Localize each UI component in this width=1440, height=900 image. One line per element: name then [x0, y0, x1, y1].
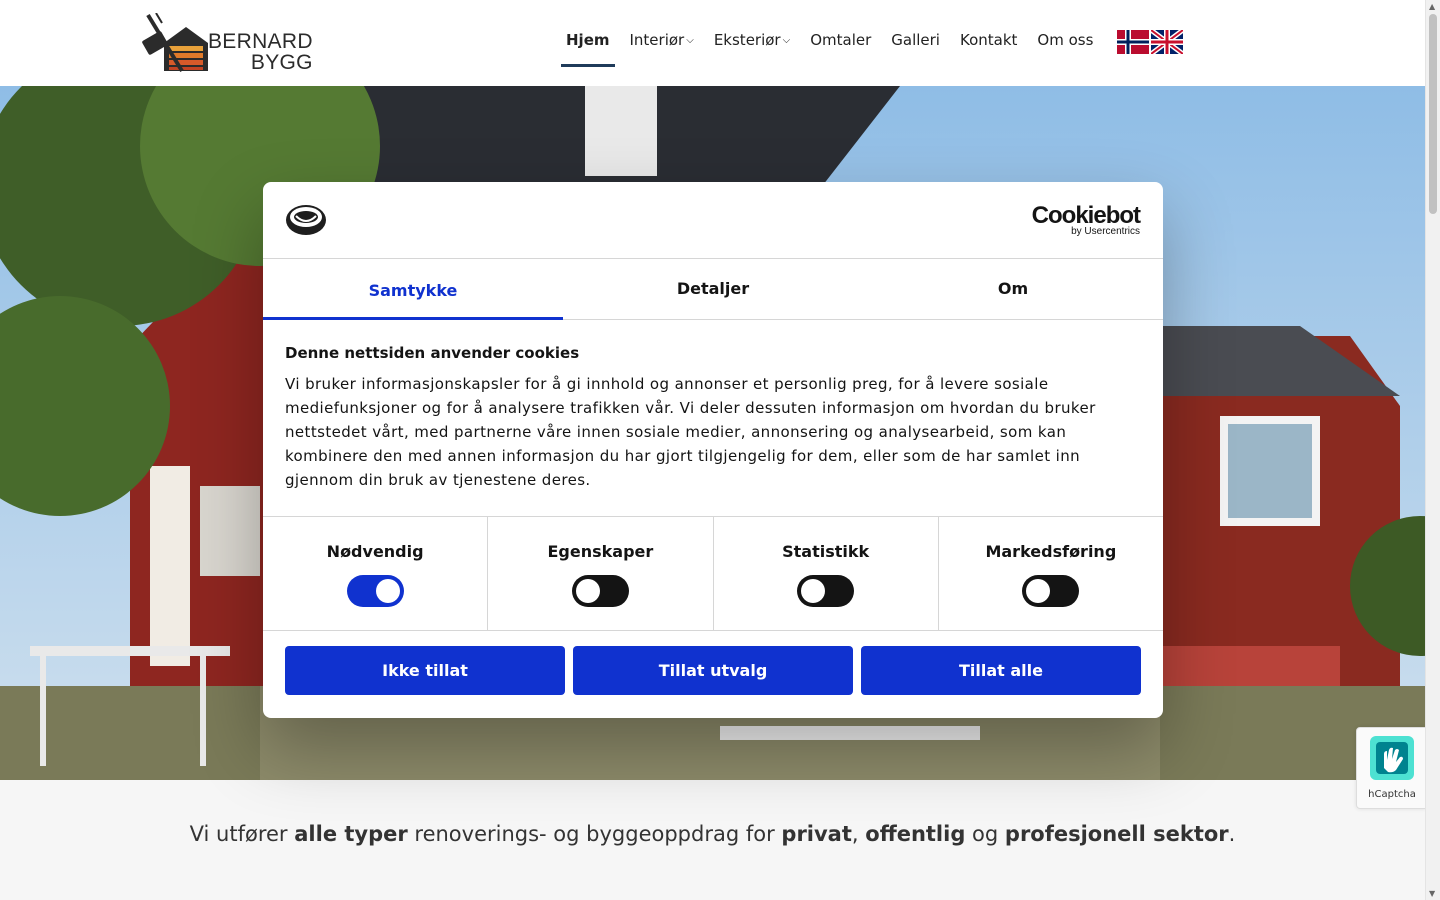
logo-text-line1: BERNARD [208, 30, 313, 53]
nav-item-hjem[interactable]: Hjem [556, 29, 620, 67]
dialog-description: Vi bruker informasjonskapsler for å gi i… [285, 375, 1096, 489]
toggle-egenskaper: Egenskaper [488, 517, 714, 630]
toggle-label: Markedsføring [985, 542, 1117, 561]
dialog-body: Denne nettsiden anvender cookies Vi bruk… [263, 320, 1163, 517]
main-nav: Hjem Interiør ⌵ Eksteriør ⌵ Omtaler Galler… [556, 29, 1103, 67]
toggle-nodvendig: Nødvendig [263, 517, 489, 630]
nav-item-kontakt[interactable]: Kontakt [950, 29, 1027, 67]
language-switcher [1117, 30, 1183, 54]
toggle-label: Statistikk [782, 542, 870, 561]
tagline: Vi utfører alle typer renoverings- og by… [189, 822, 1236, 846]
cookie-consent-dialog: Cookiebot by Usercentrics Samtykke Detal… [263, 182, 1163, 718]
hcaptcha-badge[interactable]: hCaptcha [1356, 727, 1426, 809]
statistikk-switch[interactable] [797, 575, 855, 607]
toggle-label: Nødvendig [326, 542, 424, 561]
dialog-header: Cookiebot by Usercentrics [263, 182, 1163, 259]
switch-knob [1026, 579, 1051, 603]
uk-flag-icon[interactable] [1151, 30, 1183, 54]
scrollbar-thumb[interactable] [1429, 14, 1437, 214]
scroll-down-arrow-icon[interactable]: ▼ [1429, 889, 1435, 898]
nav-item-om-oss[interactable]: Om oss [1027, 29, 1103, 67]
dialog-title: Denne nettsiden anvender cookies [285, 344, 580, 362]
tab-samtykke[interactable]: Samtykke [263, 259, 563, 320]
markedsforing-switch[interactable] [1022, 575, 1080, 607]
switch-knob [375, 579, 400, 603]
logo-text-line2: BYGG [250, 51, 313, 74]
dialog-tabs: Samtykke Detaljer Om [263, 259, 1163, 320]
nodvendig-switch[interactable] [346, 575, 404, 607]
cookie-logo-icon [286, 205, 326, 235]
norwegian-flag-icon[interactable] [1117, 30, 1149, 54]
toggle-statistikk: Statistikk [714, 517, 939, 630]
chevron-down-icon: ⌵ [782, 35, 791, 46]
hcaptcha-label: hCaptcha [1368, 789, 1416, 800]
allow-all-button[interactable]: Tillat alle [861, 646, 1141, 695]
nav-item-omtaler[interactable]: Omtaler [800, 29, 881, 67]
deny-button[interactable]: Ikke tillat [285, 646, 565, 695]
switch-knob [575, 579, 600, 603]
switch-knob [801, 579, 826, 603]
tab-detaljer[interactable]: Detaljer [563, 259, 863, 319]
nav-item-galleri[interactable]: Galleri [881, 29, 950, 67]
chevron-down-icon: ⌵ [686, 35, 694, 46]
site-header: BERNARD BYGG Hjem Interiør ⌵ Eksteriør ⌵ O… [0, 0, 1425, 86]
nav-item-interior[interactable]: Interiør ⌵ [620, 29, 704, 67]
dialog-buttons: Ikke tillat Tillat utvalg Tillat alle [263, 631, 1163, 695]
page-scrollbar[interactable]: ▲ ▼ [1425, 0, 1440, 900]
scroll-up-arrow-icon[interactable]: ▲ [1429, 2, 1435, 11]
hcaptcha-icon [1370, 736, 1414, 780]
toggle-markedsforing: Markedsføring [939, 517, 1163, 630]
tab-om[interactable]: Om [863, 259, 1163, 319]
consent-toggles: Nødvendig Egenskaper Statistikk Markedsf… [263, 517, 1163, 631]
house-tools-icon [142, 12, 208, 73]
bernard-bygg-logo[interactable]: BERNARD BYGG [142, 12, 313, 74]
egenskaper-switch[interactable] [571, 575, 629, 607]
allow-selection-button[interactable]: Tillat utvalg [573, 646, 853, 695]
cookiebot-brand: Cookiebot [1031, 202, 1141, 229]
toggle-label: Egenskaper [547, 542, 654, 561]
cookiebot-logo[interactable]: Cookiebot by Usercentrics [1031, 202, 1141, 238]
nav-item-eksterior[interactable]: Eksteriør ⌵ [704, 29, 800, 67]
